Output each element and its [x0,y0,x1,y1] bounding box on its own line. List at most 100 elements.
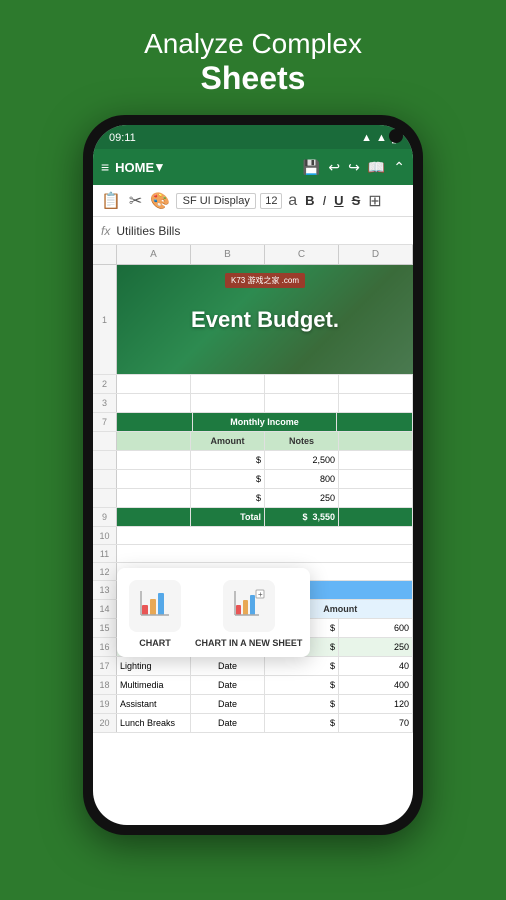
expense-17-sym[interactable]: $ [265,657,339,675]
underline-button[interactable]: U [332,193,345,208]
notes-header-empty[interactable] [339,432,413,450]
formula-value[interactable]: Utilities Bills [116,224,405,238]
expense-18-sym[interactable]: $ [265,676,339,694]
row-num-1: 1 [93,265,117,374]
income-2-dollar[interactable]: $ [191,470,265,488]
cell-3b[interactable] [191,394,265,412]
total-empty[interactable] [117,508,191,526]
col-header-d[interactable]: D [339,245,413,264]
chart-new-label: CHART IN A NEW SHEET [195,638,302,649]
header-line1: Analyze Complex [144,28,362,60]
expense-18-item[interactable]: Multimedia [117,676,191,694]
expense-19-amt[interactable]: 120 [339,695,413,713]
svg-text:+: + [258,590,263,599]
event-budget-title: Event Budget. [181,297,349,343]
save-icon[interactable]: 💾 [303,159,320,176]
total-label: Total [191,508,265,526]
chevron-down-icon: ▾ [156,159,163,175]
cell-2c[interactable] [265,375,339,393]
format-painter-icon[interactable]: 🎨 [148,189,172,213]
cell-10[interactable] [117,527,413,545]
expense-20-date[interactable]: Date [191,714,265,732]
total-value: $ 3,550 [265,508,339,526]
col-header-a[interactable]: A [117,245,191,264]
expense-18-date[interactable]: Date [191,676,265,694]
expense-17-item[interactable]: Lighting [117,657,191,675]
font-size-field[interactable]: 12 [260,193,282,209]
expense-18-amt[interactable]: 400 [339,676,413,694]
letter-a-icon[interactable]: a [286,190,299,212]
expense-17-amt[interactable]: 40 [339,657,413,675]
home-menu[interactable]: HOME ▾ [115,159,163,175]
income-3-notes[interactable] [339,489,413,507]
cell-2a[interactable] [117,375,191,393]
expense-15-amt[interactable]: 600 [339,619,413,637]
chart-icon [139,587,171,626]
expand-icon[interactable]: ⌃ [393,159,405,176]
expense-19-sym[interactable]: $ [265,695,339,713]
income-3-a[interactable] [117,489,191,507]
italic-button[interactable]: I [321,193,329,208]
total-empty2[interactable] [339,508,413,526]
col-header-c[interactable]: C [265,245,339,264]
chart-new-sheet-option[interactable]: + CHART IN A NEW SHEET [195,580,302,649]
cut-icon[interactable]: ✂ [127,189,144,213]
undo-icon[interactable]: ↩ [328,159,340,176]
notes-header-label: Notes [265,432,339,450]
toolbar-right: 💾 ↩ ↪ 📖 ⌃ [303,159,405,176]
phone-shell: 09:11 ▲ ▲ ▮ ≡ HOME ▾ 💾 ↩ ↪ 📖 ⌃ � [83,115,423,835]
cell-3d[interactable] [339,394,413,412]
expense-16-amt[interactable]: 250 [339,638,413,656]
monthly-income-empty[interactable] [337,413,413,431]
cell-3c[interactable] [265,394,339,412]
income-2-notes[interactable] [339,470,413,488]
row-num-header [93,245,117,264]
bold-button[interactable]: B [303,193,316,208]
banner-cell: K73 游戏之家 .com Event Budget. [117,265,413,374]
phone-screen: 09:11 ▲ ▲ ▮ ≡ HOME ▾ 💾 ↩ ↪ 📖 ⌃ � [93,125,413,825]
income-2-a[interactable] [117,470,191,488]
col-header-b[interactable]: B [191,245,265,264]
strikethrough-button[interactable]: S [350,193,363,208]
book-icon[interactable]: 📖 [368,159,385,176]
chart-new-icon-bg: + [223,580,275,632]
expense-19-item[interactable]: Assistant [117,695,191,713]
expense-20-sym[interactable]: $ [265,714,339,732]
format-bar: 📋 ✂ 🎨 SF UI Display 12 a B I U S ⊞ [93,185,413,217]
income-1-amount[interactable]: 2,500 [265,451,339,469]
expense-20-amt[interactable]: 70 [339,714,413,732]
chart-new-icon: + [233,587,265,626]
expense-19-date[interactable]: Date [191,695,265,713]
formula-bar: fx Utilities Bills [93,217,413,245]
amount-header-label: Amount [191,432,265,450]
expense-17-date[interactable]: Date [191,657,265,675]
income-1-notes[interactable] [339,451,413,469]
popup-menu: CHART [117,568,310,657]
row-num-11: 11 [93,545,117,562]
expense-row-20: 20 Lunch Breaks Date $ 70 [93,714,413,733]
income-3-amount[interactable]: 250 [265,489,339,507]
font-name-field[interactable]: SF UI Display [176,193,256,209]
income-1-dollar[interactable]: $ [191,451,265,469]
cell-2b[interactable] [191,375,265,393]
row-num-13: 13 [93,581,117,599]
row-num-8a [93,432,117,450]
chart-option[interactable]: CHART [125,580,185,649]
sheet-row-2: 2 [93,375,413,394]
borders-icon[interactable]: ⊞ [366,189,383,213]
income-2-amount[interactable]: 800 [265,470,339,488]
wifi-icon: ▲ [361,132,372,144]
expense-20-item[interactable]: Lunch Breaks [117,714,191,732]
cell-2d[interactable] [339,375,413,393]
income-3-dollar[interactable]: $ [191,489,265,507]
amount-header-cell[interactable] [117,432,191,450]
row-num-10: 10 [93,527,117,544]
paste-icon[interactable]: 📋 [99,189,123,213]
menu-icon[interactable]: ≡ [101,159,109,175]
cell-11[interactable] [117,545,413,563]
cell-3a[interactable] [117,394,191,412]
redo-icon[interactable]: ↪ [348,159,360,176]
income-1-a[interactable] [117,451,191,469]
sheet-row-11: 11 [93,545,413,563]
monthly-income-label[interactable] [117,413,193,431]
